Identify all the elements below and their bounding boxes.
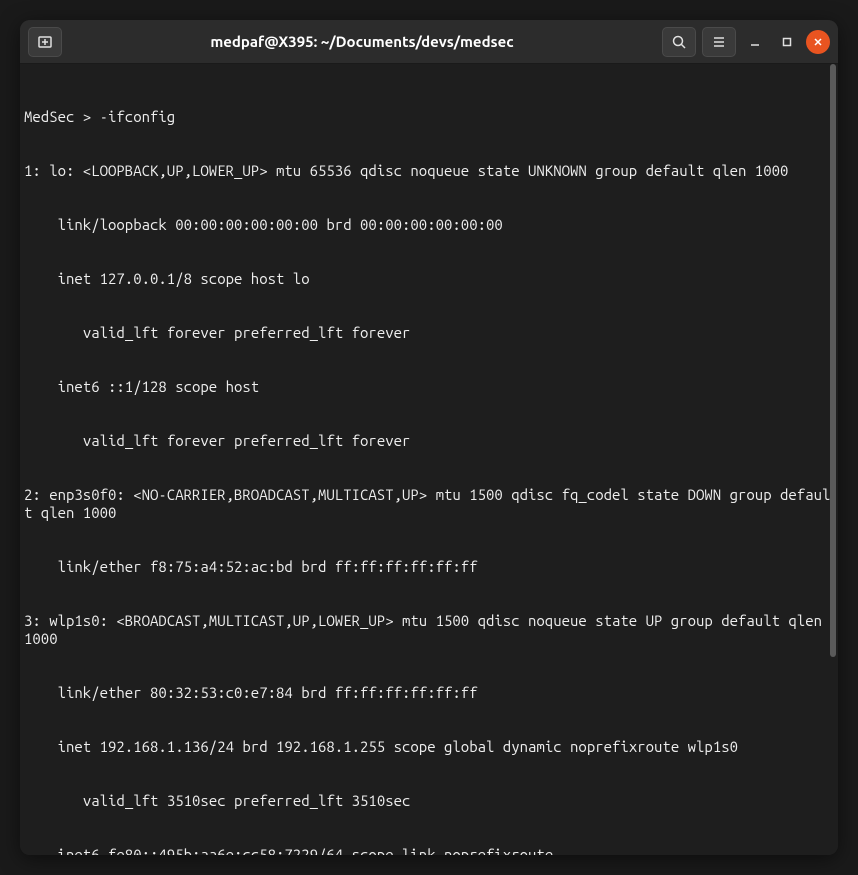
search-icon xyxy=(671,34,687,50)
terminal-line: link/ether f8:75:a4:52:ac:bd brd ff:ff:f… xyxy=(24,558,834,576)
terminal-line: inet6 ::1/128 scope host xyxy=(24,378,834,396)
terminal-window: medpaf@X395: ~/Documents/devs/medsec Med… xyxy=(20,20,838,855)
titlebar: medpaf@X395: ~/Documents/devs/medsec xyxy=(20,20,838,64)
terminal-line: inet 192.168.1.136/24 brd 192.168.1.255 … xyxy=(24,738,834,756)
terminal-line: 3: wlp1s0: <BROADCAST,MULTICAST,UP,LOWER… xyxy=(24,612,834,648)
terminal-line: MedSec > -ifconfig xyxy=(24,108,834,126)
search-button[interactable] xyxy=(662,27,696,57)
terminal-line: valid_lft forever preferred_lft forever xyxy=(24,432,834,450)
minimize-icon xyxy=(749,36,761,48)
terminal-line: 1: lo: <LOOPBACK,UP,LOWER_UP> mtu 65536 … xyxy=(24,162,834,180)
close-icon xyxy=(812,36,824,48)
terminal-content: MedSec > -ifconfig 1: lo: <LOOPBACK,UP,L… xyxy=(24,72,834,855)
terminal-line: inet6 fe80::495b:aa6e:cc58:7229/64 scope… xyxy=(24,846,834,855)
terminal-line: inet 127.0.0.1/8 scope host lo xyxy=(24,270,834,288)
new-tab-button[interactable] xyxy=(28,27,62,57)
terminal-line: valid_lft 3510sec preferred_lft 3510sec xyxy=(24,792,834,810)
maximize-button[interactable] xyxy=(774,29,800,55)
terminal-line: 2: enp3s0f0: <NO-CARRIER,BROADCAST,MULTI… xyxy=(24,486,834,522)
hamburger-icon xyxy=(711,34,727,50)
new-tab-icon xyxy=(37,34,53,50)
titlebar-right-controls xyxy=(662,27,830,57)
scrollbar-thumb[interactable] xyxy=(830,64,836,657)
titlebar-left-controls xyxy=(28,27,62,57)
terminal-line: valid_lft forever preferred_lft forever xyxy=(24,324,834,342)
menu-button[interactable] xyxy=(702,27,736,57)
window-title: medpaf@X395: ~/Documents/devs/medsec xyxy=(62,33,662,50)
terminal-body[interactable]: MedSec > -ifconfig 1: lo: <LOOPBACK,UP,L… xyxy=(20,64,838,855)
terminal-line: link/loopback 00:00:00:00:00:00 brd 00:0… xyxy=(24,216,834,234)
minimize-button[interactable] xyxy=(742,29,768,55)
close-button[interactable] xyxy=(806,30,830,54)
maximize-icon xyxy=(781,36,793,48)
scrollbar[interactable] xyxy=(828,64,838,855)
terminal-line: link/ether 80:32:53:c0:e7:84 brd ff:ff:f… xyxy=(24,684,834,702)
